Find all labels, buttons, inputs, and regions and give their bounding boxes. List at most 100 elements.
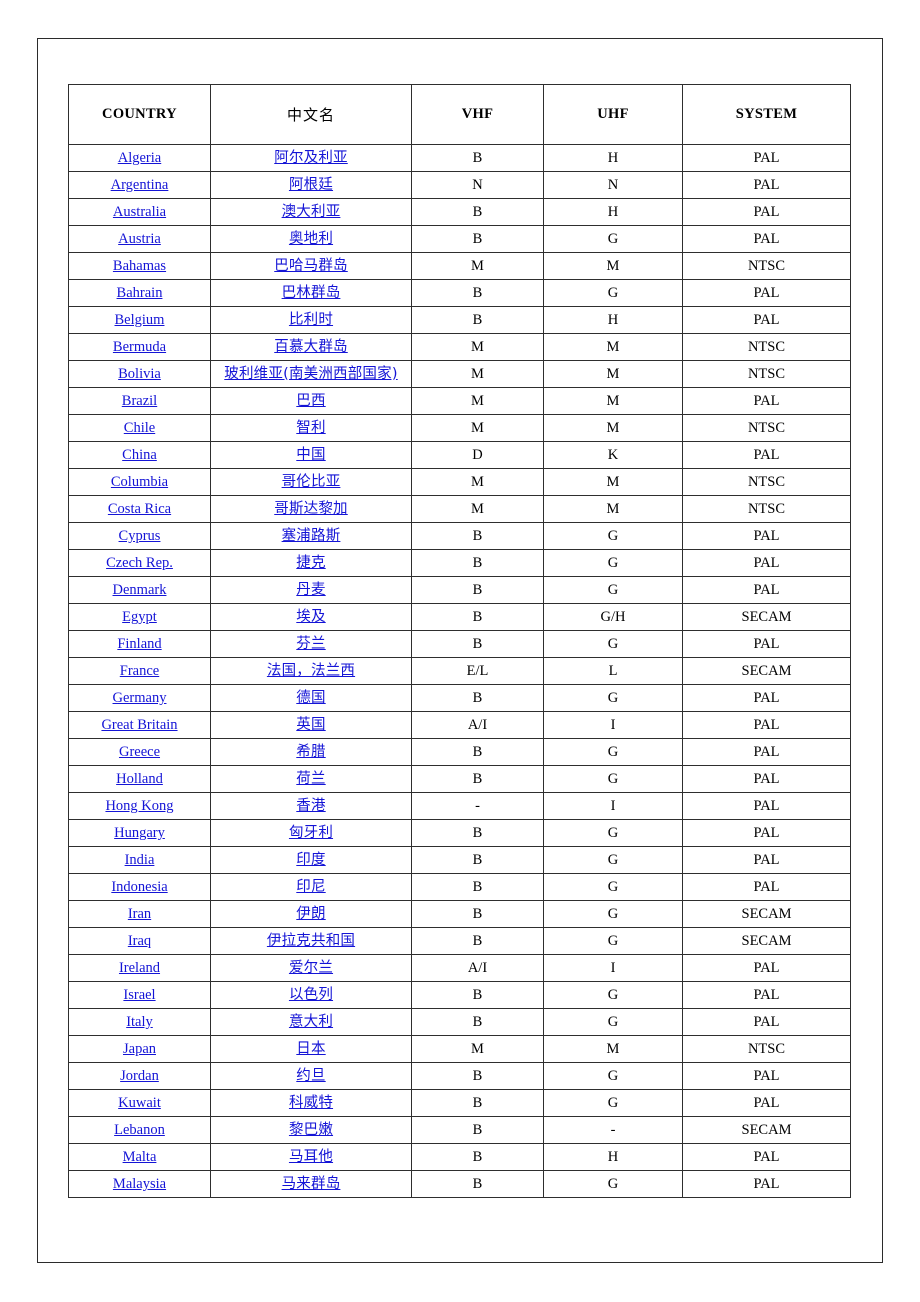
cell-vhf: D — [411, 441, 544, 469]
chinese-name-link[interactable]: 日本 — [296, 1041, 325, 1057]
chinese-name-link[interactable]: 以色列 — [289, 987, 333, 1003]
cell-vhf: B — [411, 846, 544, 874]
cell-vhf: A/I — [411, 711, 544, 739]
country-link[interactable]: Denmark — [113, 582, 167, 598]
chinese-name-link[interactable]: 中国 — [296, 447, 325, 463]
country-link[interactable]: Iran — [128, 906, 151, 922]
chinese-name-link[interactable]: 捷克 — [296, 555, 325, 571]
cell-country: Costa Rica — [68, 495, 211, 523]
table-row: Iraq 伊拉克共和国 B G SECAM — [68, 927, 851, 955]
country-link[interactable]: Bahrain — [117, 285, 163, 301]
country-link[interactable]: Indonesia — [111, 879, 167, 895]
chinese-name-link[interactable]: 香港 — [296, 798, 325, 814]
chinese-name-link[interactable]: 百慕大群岛 — [274, 339, 348, 355]
country-link[interactable]: Japan — [123, 1041, 156, 1057]
cell-vhf: M — [411, 468, 544, 496]
country-link[interactable]: Finland — [117, 636, 161, 652]
chinese-name-link[interactable]: 印尼 — [296, 879, 325, 895]
chinese-name-link[interactable]: 英国 — [296, 717, 325, 733]
chinese-name-link[interactable]: 澳大利亚 — [282, 204, 341, 220]
country-link[interactable]: France — [120, 663, 159, 679]
table-row: Czech Rep. 捷克 B G PAL — [68, 549, 851, 577]
chinese-name-link[interactable]: 意大利 — [289, 1014, 333, 1030]
table-row: Chile 智利 M M NTSC — [68, 414, 851, 442]
country-link[interactable]: Egypt — [122, 609, 157, 625]
cell-country: Denmark — [68, 576, 211, 604]
chinese-name-link[interactable]: 伊朗 — [296, 906, 325, 922]
country-link[interactable]: Bermuda — [113, 339, 166, 355]
chinese-name-link[interactable]: 奥地利 — [289, 231, 333, 247]
chinese-name-link[interactable]: 阿尔及利亚 — [274, 150, 348, 166]
chinese-name-link[interactable]: 爱尔兰 — [289, 960, 333, 976]
chinese-name-link[interactable]: 丹麦 — [296, 582, 325, 598]
country-link[interactable]: Iraq — [128, 933, 151, 949]
chinese-name-link[interactable]: 哥斯达黎加 — [274, 501, 348, 517]
chinese-name-link[interactable]: 印度 — [296, 852, 325, 868]
cell-system: PAL — [682, 1089, 851, 1117]
country-link[interactable]: Algeria — [118, 150, 161, 166]
table-row: Italy 意大利 B G PAL — [68, 1008, 851, 1036]
country-link[interactable]: Holland — [116, 771, 163, 787]
chinese-name-link[interactable]: 荷兰 — [296, 771, 325, 787]
chinese-name-link[interactable]: 法国，法兰西 — [267, 663, 355, 679]
table-header-row: COUNTRY 中文名 VHF UHF SYSTEM — [68, 84, 851, 145]
country-link[interactable]: Great Britain — [101, 717, 177, 733]
cell-system: NTSC — [682, 252, 851, 280]
chinese-name-link[interactable]: 阿根廷 — [289, 177, 333, 193]
cell-chinese-name: 伊朗 — [210, 900, 412, 928]
country-link[interactable]: Hong Kong — [105, 798, 173, 814]
cell-chinese-name: 巴哈马群岛 — [210, 252, 412, 280]
cell-system: SECAM — [682, 603, 851, 631]
chinese-name-link[interactable]: 巴林群岛 — [282, 285, 341, 301]
country-link[interactable]: Kuwait — [118, 1095, 161, 1111]
country-link[interactable]: Lebanon — [114, 1122, 165, 1138]
country-link[interactable]: Hungary — [114, 825, 165, 841]
country-link[interactable]: Malaysia — [113, 1176, 166, 1192]
country-link[interactable]: Austria — [118, 231, 161, 247]
country-link[interactable]: Czech Rep. — [106, 555, 173, 571]
cell-vhf: B — [411, 225, 544, 253]
cell-country: Holland — [68, 765, 211, 793]
cell-uhf: M — [543, 468, 683, 496]
cell-system: PAL — [682, 711, 851, 739]
country-link[interactable]: China — [122, 447, 157, 463]
chinese-name-link[interactable]: 巴西 — [296, 393, 325, 409]
chinese-name-link[interactable]: 匈牙利 — [289, 825, 333, 841]
chinese-name-link[interactable]: 德国 — [296, 690, 325, 706]
chinese-name-link[interactable]: 智利 — [296, 420, 325, 436]
country-link[interactable]: Costa Rica — [108, 501, 171, 517]
country-link[interactable]: Bahamas — [113, 258, 166, 274]
chinese-name-link[interactable]: 哥伦比亚 — [282, 474, 341, 490]
chinese-name-link[interactable]: 塞浦路斯 — [282, 528, 341, 544]
chinese-name-link[interactable]: 伊拉克共和国 — [267, 933, 355, 949]
chinese-name-link[interactable]: 马耳他 — [289, 1149, 333, 1165]
country-link[interactable]: Chile — [124, 420, 155, 436]
country-link[interactable]: Belgium — [115, 312, 165, 328]
chinese-name-link[interactable]: 巴哈马群岛 — [274, 258, 348, 274]
chinese-name-link[interactable]: 希腊 — [296, 744, 325, 760]
country-link[interactable]: Jordan — [120, 1068, 159, 1084]
chinese-name-link[interactable]: 比利时 — [289, 312, 333, 328]
country-link[interactable]: Bolivia — [118, 366, 161, 382]
cell-country: Australia — [68, 198, 211, 226]
country-link[interactable]: Ireland — [119, 960, 160, 976]
country-link[interactable]: Australia — [113, 204, 166, 220]
cell-country: Iraq — [68, 927, 211, 955]
chinese-name-link[interactable]: 马来群岛 — [282, 1176, 341, 1192]
country-link[interactable]: Brazil — [122, 393, 157, 409]
country-link[interactable]: Malta — [123, 1149, 157, 1165]
country-link[interactable]: India — [125, 852, 155, 868]
chinese-name-link[interactable]: 玻利维亚(南美洲西部国家) — [224, 366, 397, 382]
country-link[interactable]: Italy — [126, 1014, 153, 1030]
chinese-name-link[interactable]: 约旦 — [296, 1068, 325, 1084]
country-link[interactable]: Argentina — [111, 177, 169, 193]
chinese-name-link[interactable]: 埃及 — [296, 609, 325, 625]
country-link[interactable]: Cyprus — [119, 528, 161, 544]
country-link[interactable]: Germany — [113, 690, 167, 706]
chinese-name-link[interactable]: 芬兰 — [296, 636, 325, 652]
country-link[interactable]: Israel — [123, 987, 155, 1003]
chinese-name-link[interactable]: 黎巴嫩 — [289, 1122, 333, 1138]
chinese-name-link[interactable]: 科威特 — [289, 1095, 333, 1111]
country-link[interactable]: Greece — [119, 744, 160, 760]
country-link[interactable]: Columbia — [111, 474, 168, 490]
